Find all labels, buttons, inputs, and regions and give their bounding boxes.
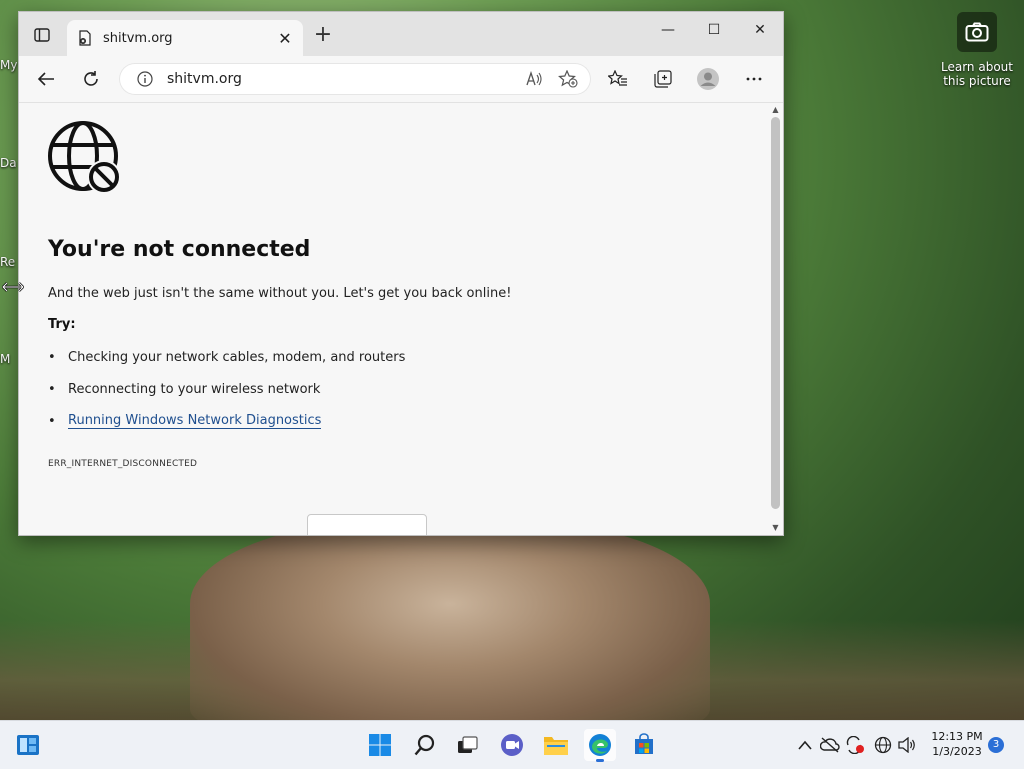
file-explorer-icon[interactable] bbox=[540, 729, 572, 761]
desktop-icon-label[interactable]: My bbox=[0, 58, 17, 72]
error-description: And the web just isn't the same without … bbox=[48, 286, 512, 301]
taskbar: 12:13 PM 1/3/2023 3 bbox=[0, 720, 1024, 769]
back-icon[interactable] bbox=[34, 68, 58, 90]
task-view-icon[interactable] bbox=[452, 729, 484, 761]
wallpaper-animal bbox=[190, 520, 710, 730]
refresh-icon[interactable] bbox=[79, 68, 103, 90]
desktop-icon-label[interactable]: Da bbox=[0, 156, 17, 170]
learn-about-picture[interactable]: Learn about this picture bbox=[940, 12, 1014, 88]
desktop-icon-label[interactable]: M bbox=[0, 352, 10, 366]
url-text[interactable]: shitvm.org bbox=[167, 71, 523, 87]
network-diagnostics-link[interactable]: Running Windows Network Diagnostics bbox=[68, 413, 322, 429]
clock-time: 12:13 PM bbox=[931, 730, 983, 743]
clock[interactable]: 12:13 PM 1/3/2023 bbox=[928, 729, 986, 759]
list-item: • Reconnecting to your wireless network bbox=[48, 381, 321, 397]
page-error-favicon-icon bbox=[77, 30, 93, 46]
list-item: • Running Windows Network Diagnostics bbox=[48, 413, 322, 429]
try-label: Try: bbox=[48, 317, 76, 332]
notification-badge[interactable]: 3 bbox=[988, 737, 1004, 753]
widgets-icon[interactable] bbox=[12, 729, 44, 761]
add-favorite-icon[interactable] bbox=[557, 69, 579, 89]
volume-icon[interactable] bbox=[898, 729, 916, 761]
suggestion-text: Checking your network cables, modem, and… bbox=[68, 349, 406, 365]
show-hidden-icons-icon[interactable] bbox=[798, 729, 812, 761]
error-code: ERR_INTERNET_DISCONNECTED bbox=[48, 459, 198, 469]
desktop-icon-label[interactable]: Re bbox=[0, 255, 15, 269]
scrollbar-thumb[interactable] bbox=[771, 117, 780, 509]
globe-disconnected-icon bbox=[48, 121, 122, 195]
more-options-icon[interactable] bbox=[742, 68, 766, 90]
page-content: You're not connected And the web just is… bbox=[19, 103, 767, 535]
new-tab-icon[interactable]: + bbox=[311, 24, 335, 46]
sync-alert-icon[interactable] bbox=[845, 729, 865, 761]
scroll-down-icon[interactable]: ▼ bbox=[771, 524, 780, 532]
tab-close-icon[interactable]: ✕ bbox=[273, 29, 297, 48]
error-title: You're not connected bbox=[48, 237, 311, 262]
tab-title: shitvm.org bbox=[103, 30, 173, 46]
chat-icon[interactable] bbox=[496, 729, 528, 761]
browser-toolbar: shitvm.org bbox=[19, 56, 783, 103]
minimize-icon[interactable]: — bbox=[645, 22, 691, 44]
network-globe-icon[interactable] bbox=[874, 729, 892, 761]
vertical-scrollbar[interactable]: ▲ ▼ bbox=[767, 103, 783, 535]
close-window-icon[interactable]: ✕ bbox=[737, 22, 783, 44]
edge-browser-icon[interactable] bbox=[584, 729, 616, 762]
scroll-up-icon[interactable]: ▲ bbox=[771, 106, 780, 114]
address-bar[interactable]: shitvm.org bbox=[119, 63, 591, 95]
learn-about-picture-label[interactable]: Learn about this picture bbox=[940, 60, 1014, 88]
favorites-icon[interactable] bbox=[606, 68, 630, 90]
partial-hidden-button[interactable] bbox=[307, 514, 427, 535]
tab-active[interactable]: shitvm.org ✕ bbox=[67, 20, 303, 56]
tab-actions-icon[interactable] bbox=[29, 24, 55, 46]
read-aloud-icon[interactable] bbox=[523, 69, 545, 89]
title-bar[interactable]: shitvm.org ✕ + — ☐ ✕ bbox=[19, 12, 783, 56]
maximize-icon[interactable]: ☐ bbox=[691, 22, 737, 44]
profile-avatar[interactable] bbox=[696, 68, 720, 90]
info-icon[interactable] bbox=[137, 71, 153, 87]
resize-cursor-icon bbox=[1, 279, 25, 293]
clock-date: 1/3/2023 bbox=[932, 745, 982, 758]
browser-window: shitvm.org ✕ + — ☐ ✕ shitvm.org You're n… bbox=[18, 11, 784, 536]
suggestion-list: • Checking your network cables, modem, an… bbox=[48, 341, 405, 437]
collections-icon[interactable] bbox=[651, 68, 675, 90]
suggestion-text: Reconnecting to your wireless network bbox=[68, 381, 321, 397]
list-item: • Checking your network cables, modem, an… bbox=[48, 349, 406, 365]
search-icon[interactable] bbox=[409, 729, 441, 761]
camera-icon[interactable] bbox=[957, 12, 997, 52]
onedrive-offline-icon[interactable] bbox=[820, 729, 840, 761]
store-icon[interactable] bbox=[628, 729, 660, 761]
start-icon[interactable] bbox=[364, 729, 396, 761]
